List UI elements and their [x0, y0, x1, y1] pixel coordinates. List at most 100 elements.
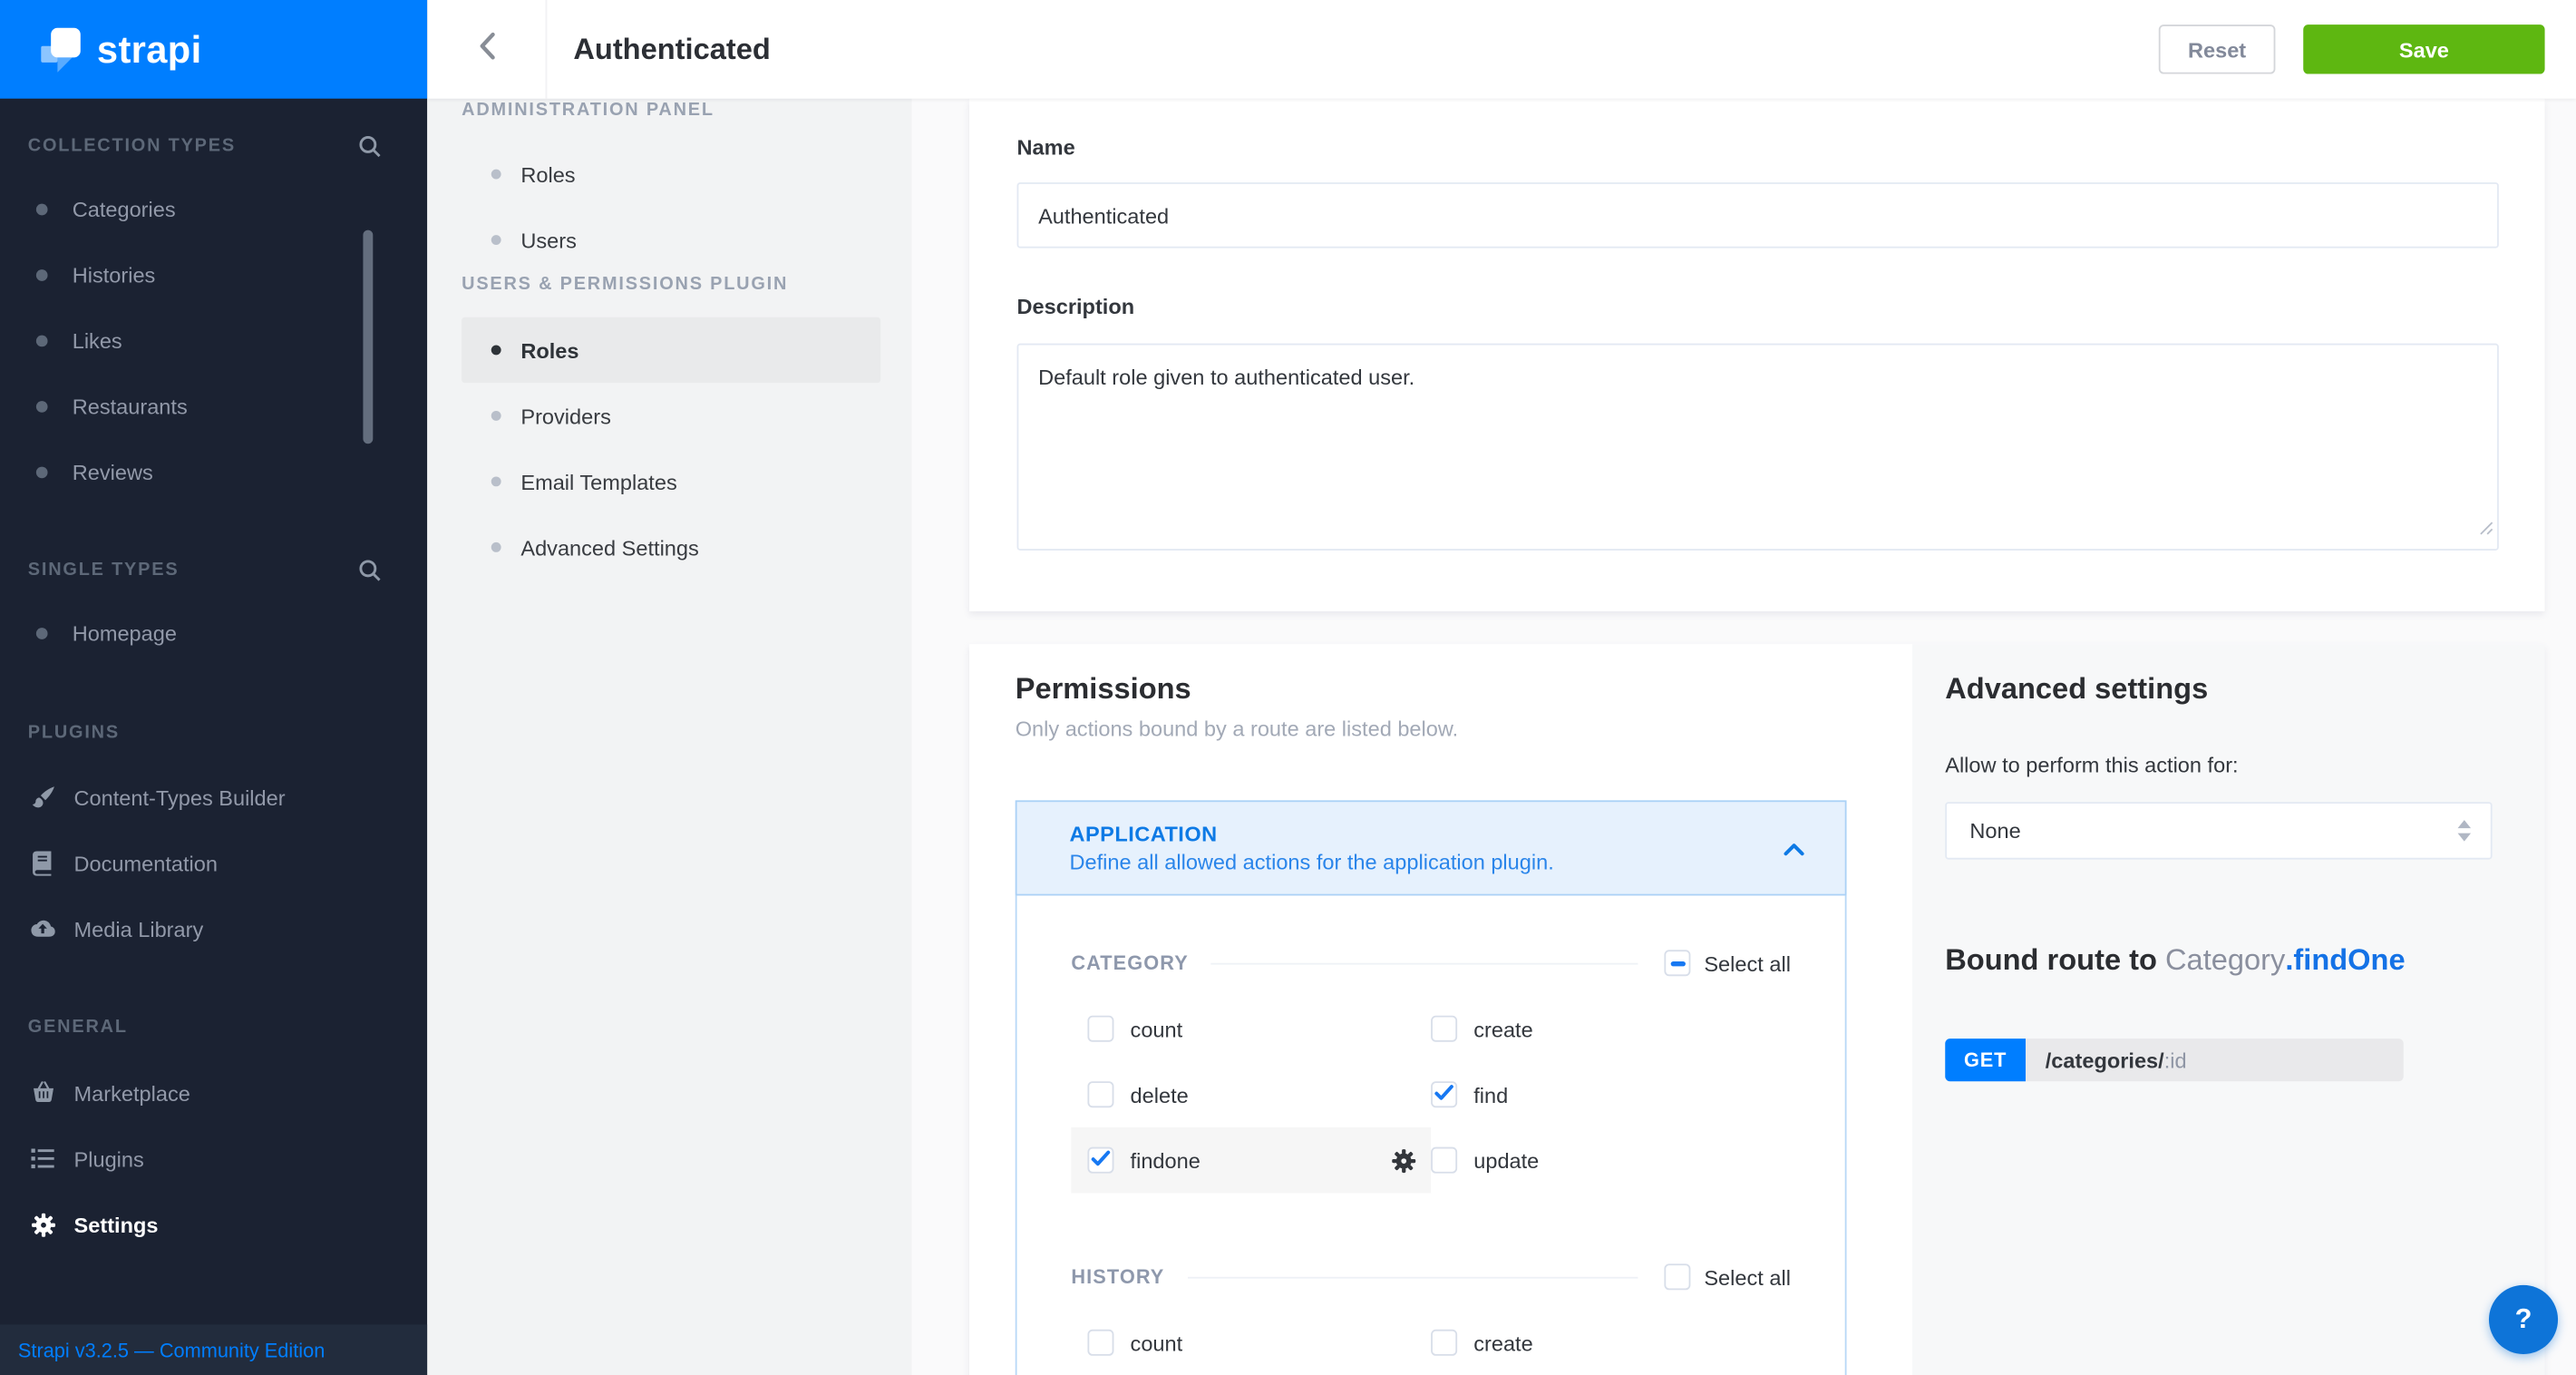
action-checkbox[interactable] — [1087, 1081, 1113, 1107]
sidebar-item[interactable]: Settings — [0, 1192, 427, 1257]
subnav-item[interactable]: Providers — [462, 383, 880, 448]
sidebar-item[interactable]: Media Library — [0, 895, 427, 961]
application-accordion: APPLICATION Define all allowed actions f… — [1016, 800, 1847, 1375]
group-name: HISTORY — [1071, 1265, 1164, 1288]
allow-action-label: Allow to perform this action for: — [1945, 753, 2492, 779]
permissions-title: Permissions — [1016, 668, 1912, 707]
application-accordion-body: CATEGORY Select all countcreatedeletefin… — [1016, 895, 1847, 1375]
description-label: Description — [1017, 294, 2499, 318]
subnav-item[interactable]: Roles — [462, 317, 880, 383]
permissions-subtitle: Only actions bound by a route are listed… — [1016, 715, 1912, 745]
name-input[interactable] — [1017, 182, 2499, 248]
sidebar-section-general: GENERAL — [28, 1016, 382, 1039]
permission-action[interactable]: count — [1071, 1310, 1431, 1375]
back-button[interactable] — [427, 0, 547, 99]
help-button[interactable]: ? — [2489, 1285, 2558, 1354]
bullet-dot-icon — [36, 268, 48, 280]
select-stepper-icon — [2458, 820, 2471, 842]
select-all-label: Select all — [1704, 951, 1791, 975]
bound-route: GET /categories/:id — [1945, 1039, 2404, 1081]
bullet-dot-icon — [36, 203, 48, 215]
paintbrush-icon — [30, 785, 56, 809]
search-icon[interactable] — [358, 559, 381, 581]
subnav-item[interactable]: Email Templates — [462, 449, 880, 514]
bound-route-heading: Bound route to Category.findOne — [1945, 941, 2492, 978]
bullet-dot-icon — [36, 466, 48, 478]
select-value: None — [1969, 818, 2020, 843]
sidebar-section-plugins: PLUGINS — [28, 721, 382, 744]
reset-button[interactable]: Reset — [2159, 24, 2276, 73]
permission-action[interactable]: create — [1431, 996, 1793, 1061]
select-all-checkbox[interactable] — [1665, 1263, 1691, 1290]
permission-action[interactable]: findone — [1071, 1127, 1431, 1193]
permission-action[interactable]: find — [1431, 1061, 1793, 1126]
sidebar-scrollbar-thumb[interactable] — [363, 230, 373, 444]
group-name: CATEGORY — [1071, 951, 1188, 974]
header-actions: Reset Save — [2159, 24, 2545, 73]
bullet-dot-icon — [36, 400, 48, 412]
permission-group-category: CATEGORY Select all countcreatedeletefin… — [1017, 950, 1845, 1193]
strapi-logo-text: strapi — [97, 27, 202, 72]
bullet-dot-icon — [491, 170, 501, 180]
search-icon[interactable] — [358, 135, 381, 158]
permissions-card: Permissions Only actions bound by a rout… — [969, 644, 2545, 1375]
permissions-panel: Permissions Only actions bound by a rout… — [969, 644, 1912, 1375]
app-root: strapi COLLECTION TYPES CategoriesHistor… — [0, 0, 2576, 1375]
permission-action[interactable]: delete — [1071, 1061, 1431, 1126]
subnav-item[interactable]: Users — [462, 207, 880, 272]
permission-action[interactable]: create — [1431, 1310, 1793, 1375]
book-icon — [30, 851, 56, 875]
sidebar-item[interactable]: Content-Types Builder — [0, 765, 427, 830]
subnav-item[interactable]: Roles — [462, 141, 880, 207]
sidebar-item[interactable]: Plugins — [0, 1126, 427, 1191]
permission-action[interactable]: count — [1071, 996, 1431, 1061]
main-sidebar: strapi COLLECTION TYPES CategoriesHistor… — [0, 0, 427, 1375]
subnav-item[interactable]: Advanced Settings — [462, 514, 880, 580]
action-checkbox[interactable] — [1431, 1330, 1457, 1356]
application-accordion-header[interactable]: APPLICATION Define all allowed actions f… — [1016, 800, 1847, 895]
settings-subnav: ADMINISTRATION PANEL RolesUsers USERS & … — [427, 99, 911, 1375]
sidebar-item[interactable]: Marketplace — [0, 1060, 427, 1126]
cloud-upload-icon — [30, 919, 56, 939]
description-textarea[interactable]: Default role given to authenticated user… — [1017, 344, 2499, 551]
bullet-dot-icon — [491, 235, 501, 245]
gear-icon[interactable] — [1392, 1148, 1416, 1173]
sidebar-section-single-types: SINGLE TYPES — [28, 559, 382, 581]
divider — [1188, 1276, 1638, 1278]
version-link[interactable]: Strapi v3.2.5 — Community Edition — [18, 1339, 325, 1361]
page-header: Authenticated Reset Save — [427, 0, 2576, 99]
sidebar-nav: COLLECTION TYPES CategoriesHistoriesLike… — [0, 99, 427, 1325]
action-checkbox[interactable] — [1431, 1147, 1457, 1174]
select-all-checkbox[interactable] — [1665, 950, 1691, 976]
advanced-settings-panel: Advanced settings Allow to perform this … — [1912, 644, 2545, 1375]
http-method-badge: GET — [1945, 1039, 2026, 1081]
strapi-logo[interactable]: strapi — [0, 0, 427, 99]
divider — [1211, 962, 1638, 964]
gear-icon — [30, 1212, 56, 1236]
bullet-dot-icon — [491, 542, 501, 552]
sidebar-item[interactable]: Reviews — [0, 439, 427, 504]
accordion-title: APPLICATION — [1070, 822, 1554, 846]
bullet-dot-icon — [491, 345, 501, 355]
subnav-group-users-permissions: USERS & PERMISSIONS PLUGIN — [462, 273, 911, 296]
strapi-logo-icon — [36, 24, 85, 73]
bullet-dot-icon — [36, 627, 48, 639]
save-button[interactable]: Save — [2303, 24, 2544, 73]
advanced-settings-title: Advanced settings — [1945, 668, 2492, 707]
permission-action[interactable]: update — [1431, 1127, 1793, 1193]
basket-icon — [30, 1081, 56, 1104]
action-checkbox[interactable] — [1431, 1016, 1457, 1042]
action-checkbox[interactable] — [1087, 1016, 1113, 1042]
chevron-up-icon[interactable] — [1783, 841, 1805, 855]
sidebar-item[interactable]: Documentation — [0, 830, 427, 895]
action-checkbox[interactable] — [1087, 1330, 1113, 1356]
sidebar-item[interactable]: Homepage — [0, 600, 427, 665]
chevron-left-icon — [477, 31, 495, 69]
allow-action-select[interactable]: None — [1945, 802, 2492, 859]
subnav-group-administration-panel: ADMINISTRATION PANEL — [462, 99, 911, 122]
action-checkbox[interactable] — [1431, 1081, 1457, 1107]
main-content: Name Description Default role given to a… — [912, 99, 2576, 1375]
action-checkbox[interactable] — [1087, 1147, 1113, 1174]
resize-grip-icon[interactable] — [2479, 514, 2493, 544]
accordion-description: Define all allowed actions for the appli… — [1070, 850, 1554, 874]
